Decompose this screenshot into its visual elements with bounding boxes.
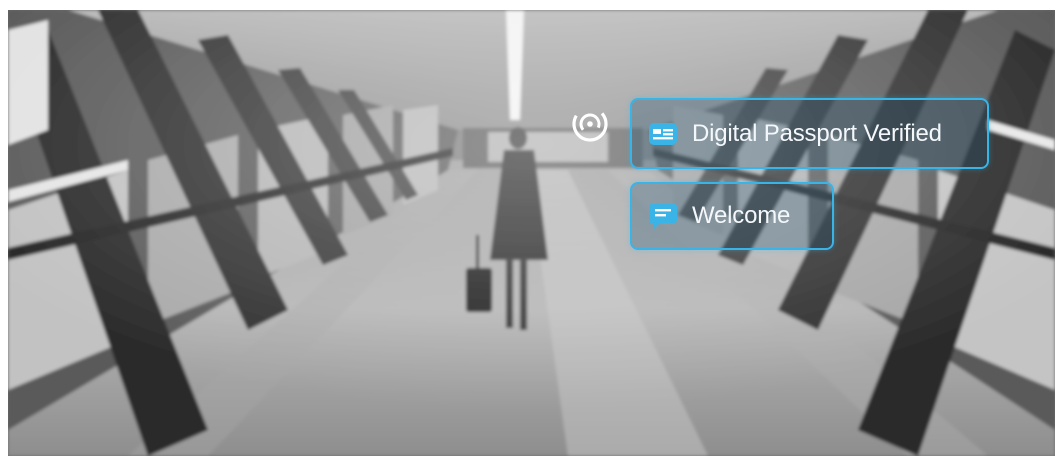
welcome-label: Welcome <box>692 202 791 229</box>
passport-verified-label: Digital Passport Verified <box>692 119 942 147</box>
passport-verified-card: Digital Passport Verified <box>630 98 989 169</box>
scan-target-icon <box>572 106 608 142</box>
video-frame: Digital Passport Verified Welcome <box>8 10 1055 456</box>
walkway-photo <box>8 10 1055 456</box>
welcome-card: Welcome <box>630 182 834 250</box>
chat-bubble-icon <box>649 204 677 229</box>
id-card-icon <box>649 122 677 145</box>
